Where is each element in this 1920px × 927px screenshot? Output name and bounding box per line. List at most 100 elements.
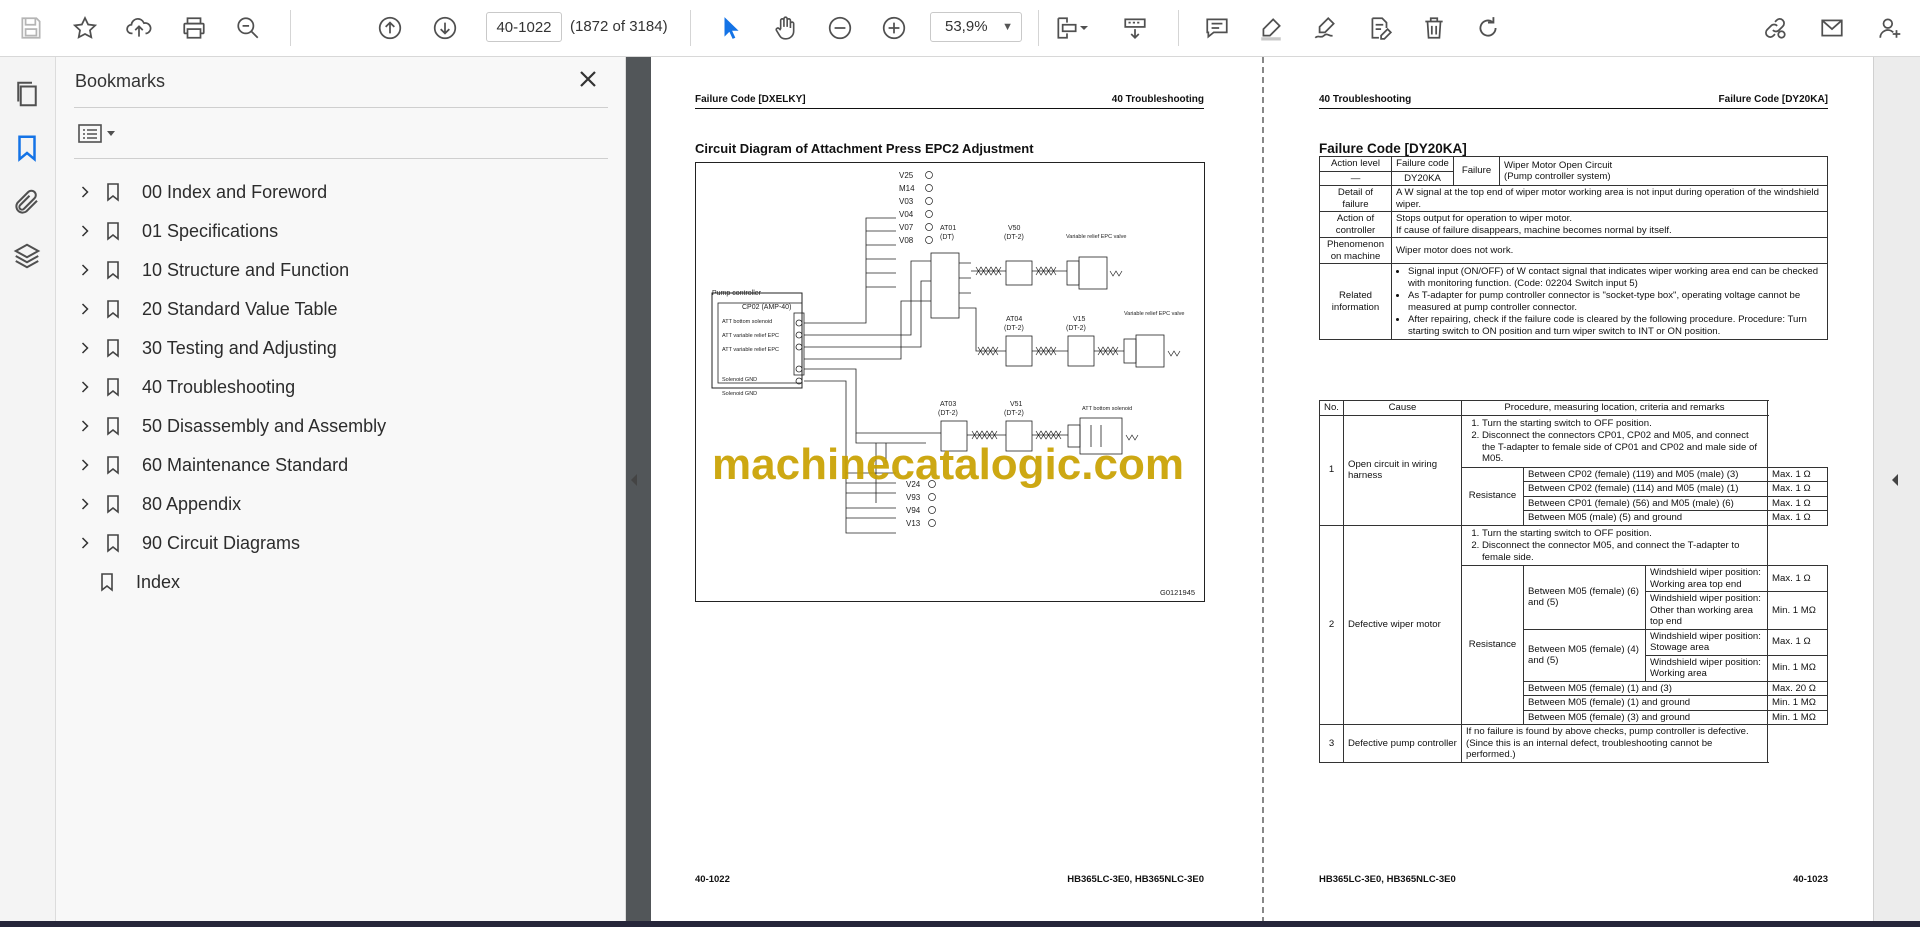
- collapse-panel-icon[interactable]: [628, 470, 644, 500]
- rotate-icon[interactable]: [1470, 10, 1506, 46]
- cause-name: Defective wiper motor: [1343, 524, 1462, 725]
- chevron-down-icon[interactable]: [1076, 10, 1092, 46]
- page-down-icon[interactable]: [427, 10, 463, 46]
- measure-location: Between M05 (female) (6) and (5): [1523, 565, 1646, 630]
- failure-system: (Pump controller system): [1504, 171, 1611, 182]
- scroll-mode-icon[interactable]: [1117, 10, 1153, 46]
- left-footer-page: 40-1022: [695, 874, 730, 885]
- block-label: (DT-2): [1066, 325, 1086, 332]
- bookmark-options-button[interactable]: [76, 120, 122, 148]
- bookmark-item[interactable]: 90 Circuit Diagrams: [70, 526, 300, 560]
- failure-info-table: Action level Failure code Failure Wiper …: [1319, 156, 1828, 340]
- watermark: machinecatalogic.com: [712, 440, 1184, 489]
- bookmark-item[interactable]: 50 Disassembly and Assembly: [70, 409, 386, 443]
- edit-pdf-icon[interactable]: [1362, 10, 1398, 46]
- cause-name: Open circuit in wiring harness: [1343, 414, 1462, 526]
- bookmark-item[interactable]: 00 Index and Foreword: [70, 175, 327, 209]
- bookmark-label: 01 Specifications: [142, 220, 279, 241]
- bookmark-item[interactable]: 01 Specifications: [70, 214, 278, 248]
- layers-icon[interactable]: [12, 241, 42, 271]
- bookmark-item[interactable]: Index: [70, 565, 180, 599]
- bookmark-item[interactable]: 30 Testing and Adjusting: [70, 331, 337, 365]
- right-footer-model: HB365LC-3E0, HB365NLC-3E0: [1319, 874, 1456, 885]
- header-rule: [695, 108, 1204, 109]
- block-label: (DT-2): [1004, 410, 1024, 417]
- zoom-search-icon[interactable]: [230, 10, 266, 46]
- bookmark-item[interactable]: 40 Troubleshooting: [70, 370, 295, 404]
- page-up-icon[interactable]: [372, 10, 408, 46]
- chevron-right-icon[interactable]: [70, 487, 100, 521]
- bookmark-icon[interactable]: [12, 133, 42, 163]
- close-icon[interactable]: [576, 67, 602, 93]
- controller-row: ATT bottom solenoid: [722, 319, 772, 325]
- sign-icon[interactable]: [1307, 10, 1343, 46]
- zoom-in-icon[interactable]: [876, 10, 912, 46]
- select-arrow-icon[interactable]: [713, 10, 749, 46]
- head-cause: Cause: [1343, 400, 1462, 416]
- highlight-icon[interactable]: [1253, 10, 1289, 46]
- save-icon[interactable]: [13, 10, 49, 46]
- chevron-right-icon[interactable]: [70, 409, 100, 443]
- comment-icon[interactable]: [1199, 10, 1235, 46]
- measure-value: Min. 1 MΩ: [1767, 591, 1828, 630]
- valve-label: ATT bottom solenoid: [1082, 406, 1132, 412]
- wire-label: V93: [906, 493, 921, 502]
- section-title: Circuit Diagram of Attachment Press EPC2…: [695, 141, 1034, 156]
- action-line: If cause of failure disappears, machine …: [1396, 224, 1672, 236]
- hand-icon[interactable]: [767, 10, 803, 46]
- upload-icon[interactable]: [121, 10, 157, 46]
- action-line: Stops output for operation to wiper moto…: [1396, 213, 1572, 224]
- chevron-right-icon[interactable]: [70, 331, 100, 365]
- expand-panel-icon[interactable]: [1889, 470, 1903, 494]
- zoom-select[interactable]: 53,9% ▼: [930, 12, 1022, 42]
- measure-value: Max. 20 Ω: [1767, 680, 1828, 696]
- wire-label: V25: [899, 171, 914, 180]
- share-link-icon[interactable]: [1757, 10, 1793, 46]
- chevron-right-icon[interactable]: [70, 448, 100, 482]
- measure-value: Min. 1 MΩ: [1767, 654, 1828, 682]
- cause-text: If no failure is found by above checks, …: [1461, 724, 1768, 763]
- bookmark-flag-icon: [100, 448, 126, 482]
- bookmark-item[interactable]: 80 Appendix: [70, 487, 241, 521]
- bookmark-label: 90 Circuit Diagrams: [142, 532, 301, 553]
- bookmark-item[interactable]: 10 Structure and Function: [70, 253, 349, 287]
- block-label: V15: [1073, 316, 1086, 323]
- print-icon[interactable]: [176, 10, 212, 46]
- failure-code-value: DY20KA: [1391, 170, 1454, 186]
- bookmark-flag-icon: [100, 175, 126, 209]
- page-number-input[interactable]: 40-1022: [486, 12, 562, 42]
- pages-icon[interactable]: [12, 79, 42, 109]
- taskbar-edge: [0, 921, 1920, 927]
- main-toolbar: 40-1022 (1872 of 3184) 53,9% ▼: [0, 0, 1920, 57]
- measure-condition: Windshield wiper position: Working area …: [1645, 565, 1768, 592]
- detail-label: Detail of failure: [1319, 185, 1392, 212]
- bookmark-label: 50 Disassembly and Assembly: [142, 415, 387, 436]
- bookmark-item[interactable]: 20 Standard Value Table: [70, 292, 338, 326]
- right-header-left: 40 Troubleshooting: [1319, 94, 1412, 105]
- related-item: After repairing, check if the failure co…: [1408, 314, 1823, 337]
- chevron-right-icon[interactable]: [70, 175, 100, 209]
- attachment-icon[interactable]: [12, 187, 42, 217]
- add-user-icon[interactable]: [1872, 10, 1908, 46]
- failure-name-text: Wiper Motor Open Circuit: [1504, 159, 1613, 171]
- chevron-down-icon: ▼: [1002, 21, 1013, 33]
- chevron-right-icon[interactable]: [70, 370, 100, 404]
- zoom-out-icon[interactable]: [822, 10, 858, 46]
- controller-row: Solenoid GND: [722, 377, 757, 383]
- bookmarks-panel: Bookmarks 00 Index and Foreword 01 Specif…: [56, 57, 626, 923]
- head-procedure: Procedure, measuring location, criteria …: [1461, 400, 1768, 416]
- chevron-right-icon[interactable]: [70, 292, 100, 326]
- email-icon[interactable]: [1814, 10, 1850, 46]
- bookmark-item[interactable]: 60 Maintenance Standard: [70, 448, 348, 482]
- star-icon[interactable]: [67, 10, 103, 46]
- wire-label: V07: [899, 223, 914, 232]
- related-item: As T-adapter for pump controller connect…: [1408, 290, 1823, 313]
- related-label: Related information: [1319, 263, 1392, 340]
- bookmark-label: Index: [136, 571, 181, 592]
- chevron-right-icon[interactable]: [70, 214, 100, 248]
- chevron-right-icon[interactable]: [70, 526, 100, 560]
- block-label: (DT): [940, 234, 954, 241]
- chevron-right-icon[interactable]: [70, 253, 100, 287]
- delete-icon[interactable]: [1416, 10, 1452, 46]
